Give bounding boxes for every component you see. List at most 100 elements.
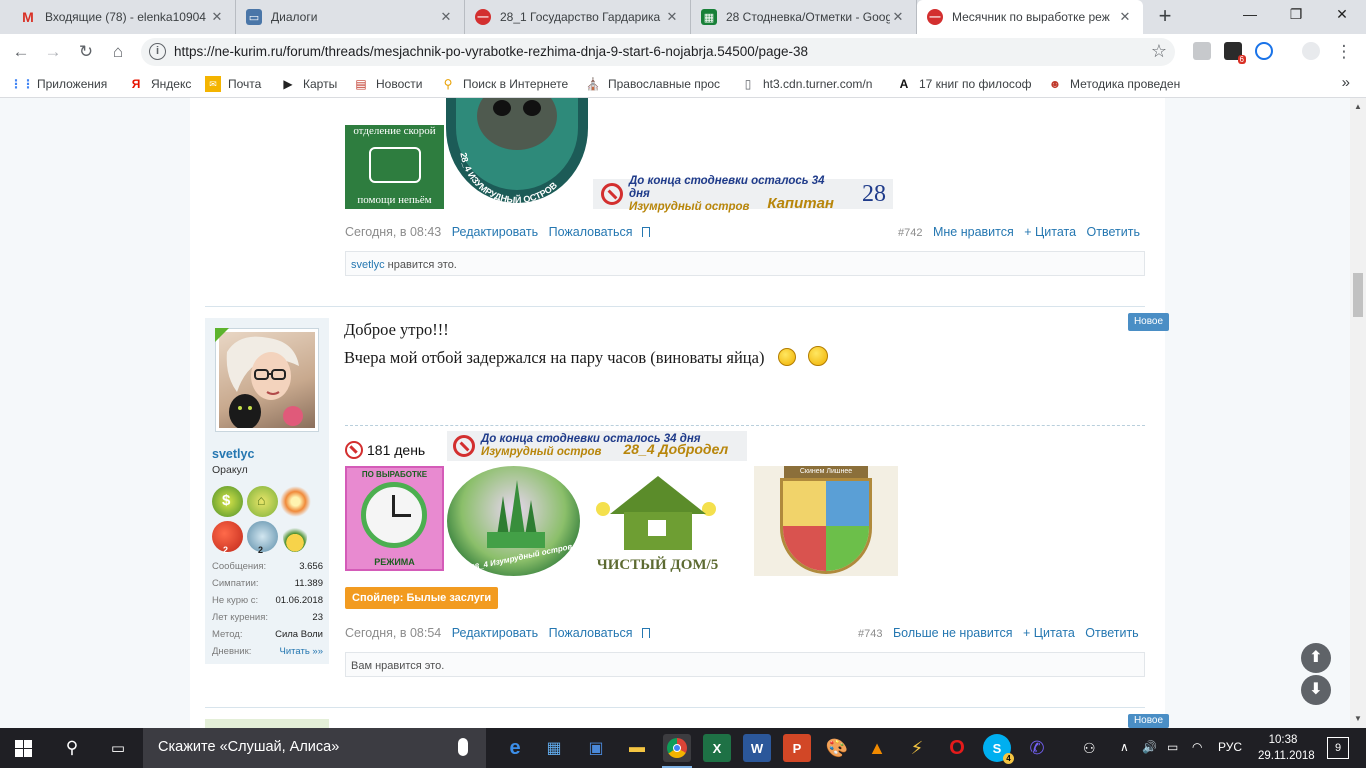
excel-icon[interactable]: X [703, 734, 731, 762]
more-bookmarks-icon[interactable]: » [1342, 74, 1350, 91]
volume-icon[interactable]: 🔊 [1142, 740, 1157, 754]
edit-link[interactable]: Редактировать [452, 626, 538, 640]
post-number-link[interactable]: #742 [898, 227, 922, 239]
diary-link[interactable]: Читать »» [280, 646, 323, 657]
report-link[interactable]: Пожаловаться [549, 225, 633, 239]
flower-trophy-icon[interactable] [280, 486, 311, 517]
maximize-button[interactable]: ❐ [1286, 6, 1306, 23]
alice-extension-icon[interactable] [1255, 42, 1273, 60]
post-number-link[interactable]: #743 [858, 628, 882, 640]
close-icon[interactable]: ✕ [664, 9, 680, 25]
bookmark-item[interactable]: ☻ Методика проведен [1047, 76, 1181, 92]
back-button[interactable]: ← [10, 41, 32, 63]
home-button[interactable]: ⌂ [107, 41, 129, 63]
close-window-button[interactable]: ✕ [1332, 6, 1352, 23]
alice-search-box[interactable]: Скажите «Слушай, Алиса» [143, 728, 486, 768]
store-icon[interactable]: ▦ [540, 734, 568, 762]
medal-trophy-icon[interactable] [283, 521, 307, 552]
tab-gmail[interactable]: M Входящие (78) - elenka10904 ✕ [10, 0, 236, 34]
scroll-down-arrow-icon[interactable]: ▼ [1354, 714, 1362, 723]
like-link[interactable]: Мне нравится [933, 225, 1014, 239]
tab-active[interactable]: — Месячник по выработке реж ✕ [917, 0, 1143, 34]
bookmark-item[interactable]: ✉ Почта [205, 76, 261, 92]
url-text[interactable]: https://ne-kurim.ru/forum/threads/mesjac… [174, 44, 808, 59]
menu-icon[interactable]: ⋮ [1333, 41, 1355, 63]
paint-icon[interactable]: 🎨 [823, 734, 851, 762]
opera-icon[interactable]: O [943, 734, 971, 762]
notifications-icon[interactable]: 9 [1327, 737, 1349, 759]
battery-icon[interactable]: ▭ [1167, 740, 1178, 754]
bookmark-item[interactable]: ⚲ Поиск в Интернете [440, 76, 569, 92]
post-date[interactable]: Сегодня, в 08:54 [345, 626, 441, 640]
scroll-up-arrow-icon[interactable]: ▲ [1354, 102, 1362, 111]
people-icon[interactable]: ⚇ [1083, 740, 1096, 757]
bookmark-item[interactable]: ▶ Карты [280, 76, 337, 92]
skype-icon[interactable]: S4 [983, 734, 1014, 764]
maps-icon: ▶ [283, 77, 293, 91]
edit-link[interactable]: Редактировать [452, 225, 538, 239]
bookmark-icon[interactable] [642, 628, 650, 638]
bookmark-item[interactable]: ⛪ Православные прос [585, 76, 721, 92]
figure-trophy-icon[interactable]: 2 [247, 521, 278, 555]
tab-sheets[interactable]: ▦ 28 Стодневка/Отметки - Goog ✕ [691, 0, 917, 34]
clock[interactable]: 10:38 29.11.2018 [1258, 732, 1315, 764]
scroll-down-button[interactable]: ⬇ [1301, 675, 1331, 705]
forward-button[interactable]: → [42, 41, 64, 63]
spoiler-button[interactable]: Спойлер: Былые заслуги [345, 587, 499, 609]
vlc-icon[interactable]: ▲ [863, 734, 891, 762]
close-icon[interactable]: ✕ [438, 9, 454, 25]
avatar[interactable] [215, 328, 319, 432]
word-icon[interactable]: W [743, 734, 771, 762]
report-link[interactable]: Пожаловаться [549, 626, 633, 640]
tab-dialogs[interactable]: ▭ Диалоги ✕ [236, 0, 465, 34]
reply-link[interactable]: Ответить [1085, 626, 1138, 640]
info-icon[interactable]: i [149, 43, 166, 60]
close-icon[interactable]: ✕ [209, 9, 225, 25]
bookmark-item[interactable]: A 17 книг по философ [896, 76, 1032, 92]
unlike-link[interactable]: Больше не нравится [893, 626, 1013, 640]
scrollbar-thumb[interactable] [1353, 273, 1363, 317]
tomato-trophy-icon[interactable]: 2 [212, 521, 243, 555]
extension-icon[interactable] [1193, 42, 1211, 60]
microphone-icon[interactable] [458, 738, 468, 756]
flash-icon[interactable]: ⚡ [903, 734, 931, 762]
liked-user-link[interactable]: svetlyc [351, 259, 385, 271]
bookmark-item[interactable]: Я Яндекс [128, 76, 192, 92]
new-tab-button[interactable]: + [1155, 5, 1175, 28]
task-view-icon[interactable]: ▭ [104, 734, 132, 762]
tray-expand-icon[interactable]: ∧ [1120, 740, 1129, 754]
post-date[interactable]: Сегодня, в 08:43 [345, 225, 441, 239]
language-indicator[interactable]: РУС [1218, 740, 1242, 754]
username-link[interactable]: svetlyc [212, 447, 254, 461]
folder-icon[interactable]: ▬ [623, 734, 651, 762]
close-icon[interactable]: ✕ [890, 9, 906, 25]
bookmark-item[interactable]: ⋮⋮ Приложения [10, 76, 107, 92]
save-icon[interactable]: ▣ [582, 734, 610, 762]
reload-button[interactable]: ↻ [75, 41, 97, 63]
bookmark-icon[interactable] [642, 227, 650, 237]
extension-icon[interactable]: 6 [1224, 42, 1246, 64]
no-entry-icon [453, 435, 475, 457]
home-trophy-icon[interactable]: ⌂ [247, 486, 278, 517]
bookmark-item[interactable]: ▤ Новости [353, 76, 422, 92]
minimize-button[interactable]: — [1240, 6, 1260, 22]
address-bar[interactable]: i https://ne-kurim.ru/forum/threads/mesj… [141, 38, 1175, 66]
bookmark-item[interactable]: ▯ ht3.cdn.turner.com/n [740, 76, 873, 92]
reply-link[interactable]: Ответить [1087, 225, 1140, 239]
profile-icon[interactable] [1302, 42, 1320, 60]
dollar-trophy-icon[interactable]: $ [212, 486, 243, 517]
scroll-up-button[interactable]: ⬆ [1301, 643, 1331, 673]
windows-start-icon[interactable] [15, 740, 32, 757]
quote-link[interactable]: + Цитата [1024, 225, 1076, 239]
chrome-icon[interactable] [663, 734, 691, 762]
search-icon[interactable]: ⚲ [58, 734, 86, 762]
edge-icon[interactable]: e [501, 734, 529, 762]
close-icon[interactable]: ✕ [1117, 9, 1133, 25]
page-scrollbar[interactable]: ▲ ▼ [1350, 98, 1366, 728]
viber-icon[interactable]: ✆ [1023, 734, 1051, 762]
powerpoint-icon[interactable]: P [783, 734, 811, 762]
wifi-icon[interactable]: ◠ [1192, 740, 1202, 754]
quote-link[interactable]: + Цитата [1023, 626, 1075, 640]
bookmark-star-icon[interactable]: ☆ [1151, 41, 1167, 62]
tab-gardarika[interactable]: — 28_1 Государство Гардарика | ✕ [465, 0, 691, 34]
